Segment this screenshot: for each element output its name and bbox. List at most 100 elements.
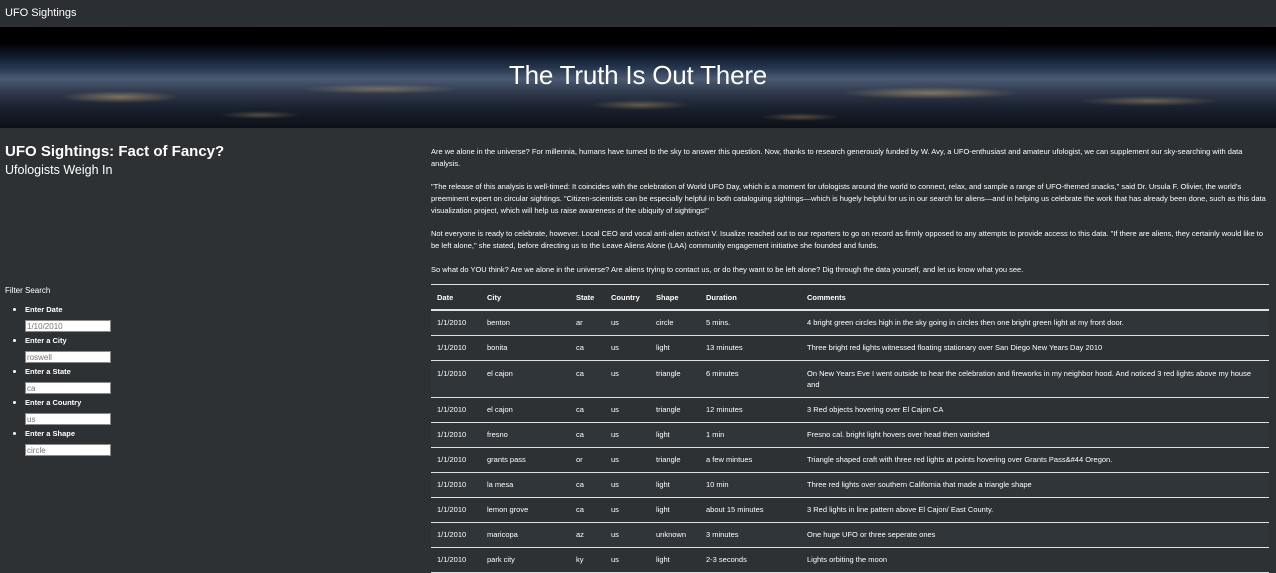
table-row: 1/1/2010 bonita ca us light 13 minutes T… [431,335,1269,361]
date-input[interactable] [25,320,111,332]
cell-shape: light [650,422,700,448]
cell-city: benton [481,310,570,336]
cell-date: 1/1/2010 [431,397,481,423]
cell-shape: triangle [650,360,700,398]
cell-date: 1/1/2010 [431,522,481,548]
cell-country: us [605,335,650,361]
table-row: 1/1/2010 maricopa az us unknown 3 minute… [431,522,1269,548]
cell-duration: 10 min [700,472,801,498]
filter-item-state: Enter a State [5,366,111,397]
city-input[interactable] [25,351,111,363]
cell-city: lemon grove [481,497,570,523]
page-subtitle: Ufologists Weigh In [5,163,113,177]
column-header-shape: Shape [650,284,700,311]
cell-state: ca [570,360,605,398]
cell-comments: Fresno cal. bright light hovers over hea… [801,422,1269,448]
cell-date: 1/1/2010 [431,360,481,398]
cell-shape: unknown [650,522,700,548]
cell-duration: about 15 minutes [700,497,801,523]
filter-item-date: Enter Date [5,304,111,335]
article-paragraph: So what do YOU think? Are we alone in th… [431,264,1024,274]
cell-city: fresno [481,422,570,448]
cell-comments: On New Years Eve I went outside to hear … [801,360,1269,398]
shape-input[interactable] [25,444,111,456]
left-column: UFO Sightings: Fact of Fancy? Ufologists… [5,143,405,178]
cell-city: bonita [481,335,570,361]
hero-title: The Truth Is Out There [508,60,768,90]
cell-duration: 3 minutes [700,522,801,548]
filter-item-city: Enter a City [5,335,111,366]
cell-state: ky [570,547,605,573]
cell-duration: 13 minutes [700,335,801,361]
cell-state: ca [570,472,605,498]
cell-comments: Triangle shaped craft with three red lig… [801,447,1269,473]
cell-date: 1/1/2010 [431,335,481,361]
cell-country: us [605,472,650,498]
cell-city: el cajon [481,397,570,423]
hero-banner: The Truth Is Out There [0,27,1276,128]
cell-comments: 4 bright green circles high in the sky g… [801,310,1269,336]
navbar: UFO Sightings [0,0,1276,27]
cell-shape: circle [650,310,700,336]
column-header-duration: Duration [700,284,801,311]
cell-date: 1/1/2010 [431,472,481,498]
filter-list: Enter Date Enter a City Enter a State En… [5,304,111,459]
table-row: 1/1/2010 benton ar us circle 5 mins. 4 b… [431,310,1269,336]
cell-duration: 5 mins. [700,310,801,336]
cell-shape: light [650,497,700,523]
cell-shape: light [650,335,700,361]
cell-duration: a few mintues [700,447,801,473]
article-paragraph: Not everyone is ready to celebrate, howe… [431,229,1263,250]
article-body: Are we alone in the universe? For millen… [431,146,1271,288]
filter-item-country: Enter a Country [5,397,111,428]
cell-date: 1/1/2010 [431,547,481,573]
cell-state: ar [570,310,605,336]
filter-item-shape: Enter a Shape [5,428,111,459]
state-input[interactable] [25,382,111,394]
table-row: 1/1/2010 fresno ca us light 1 min Fresno… [431,422,1269,448]
column-header-date: Date [431,284,481,311]
cell-comments: Three red lights over southern Californi… [801,472,1269,498]
cell-country: us [605,522,650,548]
cell-date: 1/1/2010 [431,310,481,336]
page-title: UFO Sightings: Fact of Fancy? [5,143,225,160]
navbar-brand[interactable]: UFO Sightings [5,7,77,19]
table-row: 1/1/2010 el cajon ca us triangle 6 minut… [431,360,1269,398]
cell-duration: 2-3 seconds [700,547,801,573]
column-header-country: Country [605,284,650,311]
cell-state: or [570,447,605,473]
cell-duration: 1 min [700,422,801,448]
cell-state: ca [570,497,605,523]
filter-label-date: Enter Date [25,305,63,314]
country-input[interactable] [25,413,111,425]
article-paragraph: "The release of this analysis is well-ti… [431,182,1266,215]
filter-label-country: Enter a Country [25,398,82,407]
table-row: 1/1/2010 lemon grove ca us light about 1… [431,497,1269,523]
cell-shape: light [650,472,700,498]
cell-country: us [605,422,650,448]
cell-date: 1/1/2010 [431,497,481,523]
cell-country: us [605,310,650,336]
cell-city: maricopa [481,522,570,548]
filter-label-state: Enter a State [25,367,71,376]
column-header-city: City [481,284,570,311]
cell-city: el cajon [481,360,570,398]
column-header-comments: Comments [801,284,1269,311]
ufo-table: Date City State Country Shape Duration C… [431,284,1269,573]
table-row: 1/1/2010 el cajon ca us triangle 12 minu… [431,397,1269,423]
cell-shape: light [650,547,700,573]
cell-country: us [605,547,650,573]
cell-state: ca [570,422,605,448]
cell-state: az [570,522,605,548]
article-paragraph: Are we alone in the universe? For millen… [431,147,1243,168]
column-header-state: State [570,284,605,311]
cell-date: 1/1/2010 [431,447,481,473]
filter-search-title: Filter Search [5,286,51,295]
cell-comments: 3 Red lights in line pattern above El Ca… [801,497,1269,523]
filter-label-city: Enter a City [25,336,67,345]
cell-country: us [605,397,650,423]
filter-label-shape: Enter a Shape [25,429,76,438]
cell-state: ca [570,335,605,361]
cell-city: park city [481,547,570,573]
table-row: 1/1/2010 grants pass or us triangle a fe… [431,447,1269,473]
